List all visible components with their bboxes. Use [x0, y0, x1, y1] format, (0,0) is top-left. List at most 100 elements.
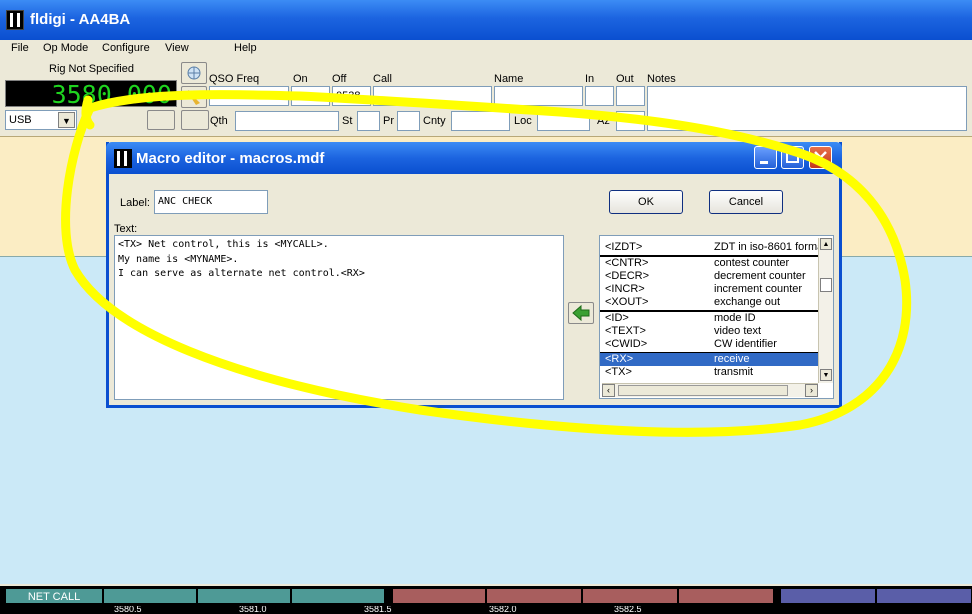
- cancel-button[interactable]: Cancel: [709, 190, 783, 214]
- fldigi-app-icon: [6, 10, 24, 30]
- qth-field[interactable]: [235, 111, 339, 131]
- window-title: fldigi - AA4BA: [30, 11, 131, 28]
- azimuth-field[interactable]: [616, 111, 645, 131]
- menu-bar: File Op Mode Configure View Help: [0, 40, 972, 58]
- qso-freq-label: QSO Freq: [209, 73, 260, 85]
- dialog-title-bar: Macro editor - macros.mdf: [106, 142, 842, 174]
- tag-list-item[interactable]: <TX> transmit: [600, 366, 818, 379]
- state-field[interactable]: [357, 111, 380, 131]
- minimize-icon: [760, 161, 768, 164]
- fldigi-app-icon: [114, 149, 132, 168]
- scale-label: 3582.5: [614, 606, 642, 614]
- macro-button-5[interactable]: [392, 588, 486, 604]
- out-label: Out: [616, 73, 634, 85]
- az-label: Az: [597, 115, 610, 127]
- macro-text-editor[interactable]: <TX> Net control, this is <MYCALL>. My n…: [114, 235, 564, 400]
- macro-button-2[interactable]: [103, 588, 197, 604]
- arrow-left-icon: [572, 304, 590, 322]
- macro-button-6[interactable]: [486, 588, 582, 604]
- scale-label: 3582.0: [489, 606, 517, 614]
- tag-list-item[interactable]: <IZDT> ZDT in iso-8601 format: [600, 241, 826, 254]
- time-on-field[interactable]: [291, 86, 330, 106]
- tag-list-hscrollbar[interactable]: ‹ ›: [602, 383, 818, 397]
- frequency-display[interactable]: 3580.000: [5, 80, 177, 108]
- log-save-button[interactable]: [147, 110, 175, 130]
- macro-button-4[interactable]: [291, 588, 385, 604]
- tag-list-item[interactable]: <CWID> CW identifier: [600, 338, 818, 351]
- scale-label: 3580.5: [114, 606, 142, 614]
- macro-button-3[interactable]: [197, 588, 291, 604]
- scale-label: 3581.5: [364, 606, 392, 614]
- scroll-right-icon[interactable]: ›: [805, 384, 818, 397]
- qso-freq-field[interactable]: 3581.500: [209, 86, 289, 106]
- macro-button-8[interactable]: [678, 588, 774, 604]
- scroll-down-icon[interactable]: ▼: [820, 369, 832, 381]
- name-field[interactable]: [494, 86, 583, 106]
- title-bar: fldigi - AA4BA: [0, 0, 972, 40]
- off-label: Off: [332, 73, 347, 85]
- notes-field[interactable]: [647, 86, 967, 131]
- call-label: Call: [373, 73, 392, 85]
- locator-field[interactable]: [537, 111, 590, 131]
- tag-list-item[interactable]: <TEXT> video text: [600, 325, 818, 338]
- ok-button[interactable]: OK: [609, 190, 683, 214]
- maximize-button[interactable]: [781, 146, 804, 169]
- macro-label-input[interactable]: ANC CHECK: [154, 190, 268, 214]
- on-label: On: [293, 73, 308, 85]
- rig-name-label: Rig Not Specified: [49, 63, 134, 75]
- rst-out-field[interactable]: [616, 86, 645, 106]
- time-off-field[interactable]: 0538: [332, 86, 371, 106]
- macro-button-7[interactable]: [582, 588, 678, 604]
- qth-label: Qth: [210, 115, 228, 127]
- macro-button-10[interactable]: [876, 588, 972, 604]
- cnty-label: Cnty: [423, 115, 446, 127]
- label-caption: Label:: [120, 197, 150, 209]
- province-field[interactable]: [397, 111, 420, 131]
- macro-button-1[interactable]: NET CALL: [5, 588, 103, 604]
- scroll-thumb[interactable]: [820, 278, 832, 292]
- call-field[interactable]: [373, 86, 492, 106]
- minimize-button[interactable]: [754, 146, 777, 169]
- mode-value: USB: [9, 114, 32, 126]
- in-label: In: [585, 73, 595, 85]
- clear-log-button[interactable]: [181, 86, 207, 108]
- maximize-icon: [786, 151, 799, 163]
- hscroll-thumb[interactable]: [618, 385, 788, 396]
- tag-list-item[interactable]: <DECR> decrement counter: [600, 270, 818, 283]
- waterfall-scale: 3580.5 3581.0 3581.5 3582.0 3582.5: [0, 606, 972, 614]
- tag-list-item[interactable]: <INCR> increment counter: [600, 283, 818, 296]
- macro-button-9[interactable]: [780, 588, 876, 604]
- tag-list-item[interactable]: <XOUT> exchange out: [600, 296, 818, 309]
- menu-view[interactable]: View: [165, 42, 189, 54]
- menu-help[interactable]: Help: [234, 42, 257, 54]
- close-button[interactable]: [809, 146, 832, 169]
- st-label: St: [342, 115, 353, 127]
- menu-configure[interactable]: Configure: [102, 42, 150, 54]
- scroll-left-icon[interactable]: ‹: [602, 384, 615, 397]
- tag-list-item-selected[interactable]: <RX> receive: [600, 353, 818, 366]
- rst-in-field[interactable]: [585, 86, 614, 106]
- globe-button[interactable]: [181, 62, 207, 84]
- dialog-title: Macro editor - macros.mdf: [136, 150, 325, 167]
- text-caption: Text:: [114, 223, 138, 235]
- mode-select[interactable]: USB ▼: [5, 110, 77, 130]
- scroll-up-icon[interactable]: ▲: [820, 238, 832, 250]
- loc-label: Loc: [514, 115, 532, 127]
- globe-icon: [187, 66, 201, 80]
- tag-list-vscrollbar[interactable]: ▲ ▼: [818, 238, 833, 383]
- chevron-down-icon[interactable]: ▼: [58, 112, 75, 128]
- name-label: Name: [494, 73, 524, 85]
- notes-label: Notes: [647, 73, 676, 85]
- tag-list-item[interactable]: <CNTR> contest counter: [600, 257, 818, 270]
- pr-label: Pr: [383, 115, 394, 127]
- broom-icon: [187, 90, 200, 105]
- insert-tag-button[interactable]: [568, 302, 594, 324]
- menu-op-mode[interactable]: Op Mode: [43, 42, 88, 54]
- log-clear-button[interactable]: [181, 110, 209, 130]
- close-icon: [814, 151, 827, 164]
- macro-bar: NET CALL: [0, 586, 972, 606]
- macro-tag-list[interactable]: <IZDT> ZDT in iso-8601 format <CNTR> conte…: [599, 235, 834, 399]
- country-field[interactable]: [451, 111, 510, 131]
- menu-file[interactable]: File: [11, 42, 29, 54]
- tag-list-item[interactable]: <ID> mode ID: [600, 312, 818, 325]
